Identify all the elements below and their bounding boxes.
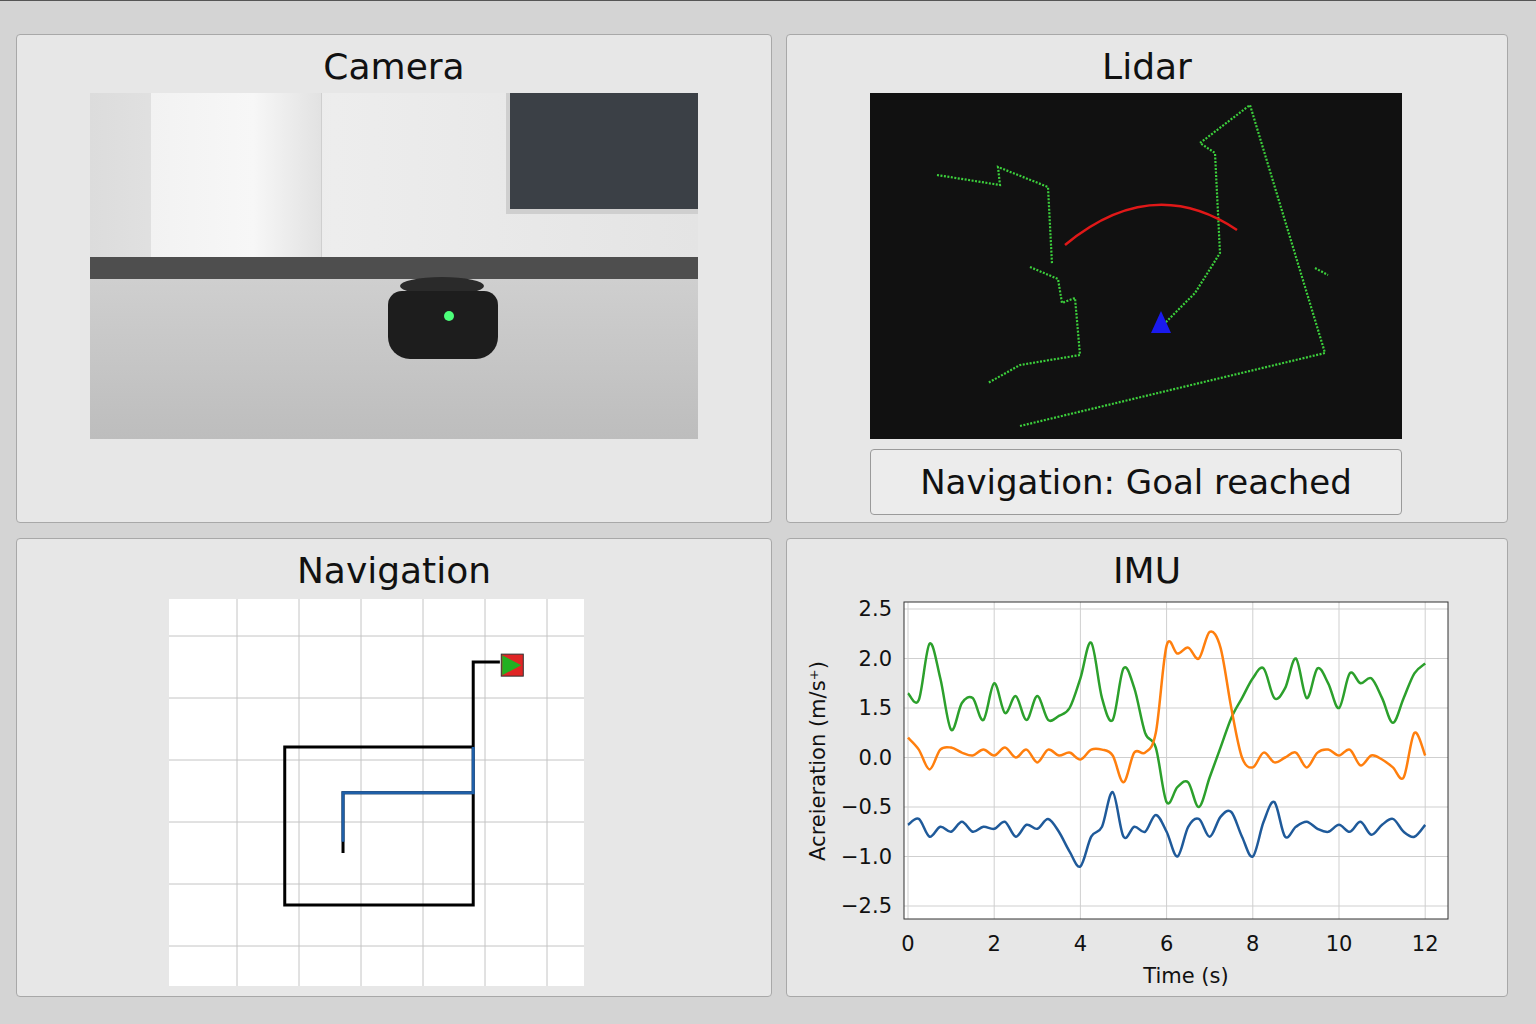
panel-title: Camera — [17, 35, 771, 91]
grid-line — [904, 658, 1448, 659]
x-tick-label: 6 — [1160, 932, 1173, 956]
grid-line — [169, 946, 584, 947]
grid-line — [994, 602, 995, 919]
navigation-panel: Navigation — [16, 538, 772, 997]
x-tick-label: 2 — [988, 932, 1001, 956]
lidar-view[interactable] — [870, 93, 1402, 439]
camera-feed — [90, 93, 698, 439]
robot-body — [388, 291, 498, 359]
x-tick-label: 8 — [1246, 932, 1259, 956]
navigation-path — [284, 662, 499, 905]
imu-panel: IMU2.5 2.0 1.5 0.0 −0.5 −1.0 −2.5 0 2 4 6 8 10 12 Time… — [786, 538, 1508, 997]
grid-line — [904, 906, 1448, 907]
x-tick-label: 4 — [1074, 932, 1087, 956]
robot-pose-icon — [1151, 311, 1171, 333]
panel-title: Navigation — [17, 539, 771, 595]
robot-led — [444, 311, 454, 321]
planned-path — [1065, 205, 1237, 245]
grid-line — [1339, 602, 1340, 919]
y-tick-label: −0.5 — [841, 795, 892, 819]
grid-line — [546, 599, 547, 986]
lidar-scan — [1020, 105, 1325, 426]
camera-panel: Camera — [16, 34, 772, 523]
grid-line — [484, 599, 485, 986]
grid-line — [236, 599, 237, 986]
navigation-path — [343, 747, 473, 842]
grid-line — [169, 822, 584, 823]
grid-line — [1425, 602, 1426, 919]
grid-line — [904, 609, 1448, 610]
lidar-background — [870, 93, 1402, 439]
y-tick-label: 0.0 — [859, 746, 892, 770]
pillar — [151, 93, 322, 261]
x-axis-label: Time (s) — [1142, 964, 1228, 988]
grid-line — [1252, 602, 1253, 919]
lidar-scan — [1315, 268, 1328, 275]
map-background — [169, 599, 584, 986]
baseboard — [90, 257, 698, 279]
x-tick-label: 10 — [1326, 932, 1353, 956]
plot-frame — [904, 602, 1448, 919]
lidar-scan — [988, 267, 1080, 383]
panel-title: IMU — [787, 539, 1507, 595]
dashboard: Camera Lidar Navigation: Goal reached Navig… — [0, 0, 1536, 1024]
panel-title: Lidar — [787, 35, 1507, 91]
imu-series — [908, 642, 1425, 807]
x-tick-label: 0 — [901, 932, 914, 956]
grid-line — [298, 599, 299, 986]
grid-line — [908, 602, 909, 919]
y-tick-label: −2.5 — [841, 894, 892, 918]
x-tick-label: 12 — [1412, 932, 1439, 956]
goal-icon — [501, 654, 523, 676]
grid-line — [904, 807, 1448, 808]
robot — [388, 269, 498, 365]
grid-line — [169, 760, 584, 761]
imu-series — [908, 792, 1425, 867]
navigation-status: Navigation: Goal reached — [870, 449, 1402, 515]
lidar-scan — [937, 167, 1052, 264]
y-tick-label: 2.0 — [859, 647, 892, 671]
navigation-map[interactable] — [169, 599, 584, 986]
y-axis-label: Acreieration (m/s⁺) — [806, 661, 830, 861]
imu-chart[interactable]: 2.5 2.0 1.5 0.0 −0.5 −1.0 −2.5 0 2 4 6 8 10 12 Time (s… — [797, 591, 1497, 991]
y-tick-label: −1.0 — [841, 845, 892, 869]
lidar-panel: Lidar Navigation: Goal reached — [786, 34, 1508, 523]
y-tick-label: 2.5 — [859, 597, 892, 621]
imu-series — [908, 631, 1425, 782]
grid-line — [169, 698, 584, 699]
grid-line — [169, 884, 584, 885]
chalkboard — [506, 93, 698, 214]
grid-line — [904, 757, 1448, 758]
plot-area — [904, 602, 1448, 919]
grid-line — [169, 636, 584, 637]
y-tick-label: 1.5 — [859, 696, 892, 720]
grid-line — [904, 708, 1448, 709]
